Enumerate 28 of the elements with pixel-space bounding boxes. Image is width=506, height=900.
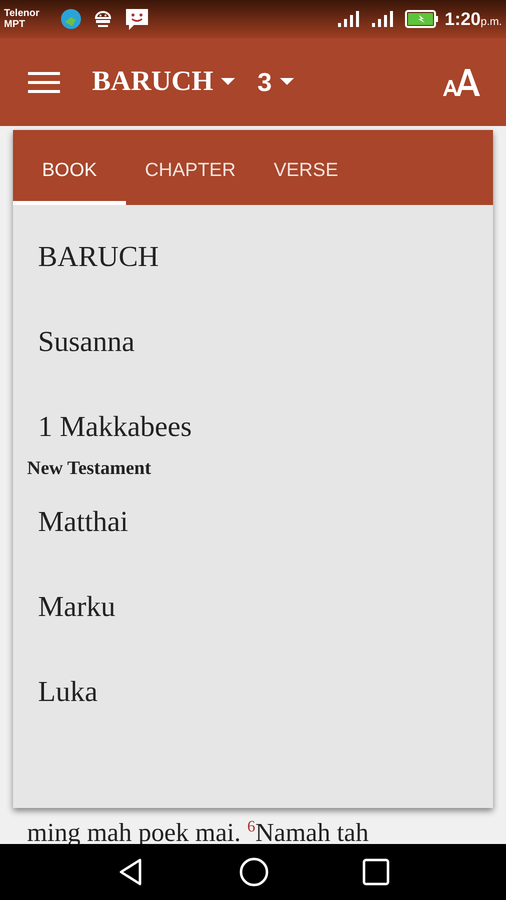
book-item[interactable]: Matthai: [13, 480, 493, 565]
book-item[interactable]: Luka: [13, 650, 493, 735]
carrier-name: MPT: [4, 19, 26, 30]
chapter-dropdown[interactable]: 3: [257, 66, 294, 98]
text-size-button[interactable]: [442, 66, 482, 98]
picker-tab[interactable]: CHAPTER: [126, 130, 255, 205]
carrier-name: Telenor: [4, 8, 40, 19]
signal-icon: [336, 10, 361, 28]
section-header: New Testament: [26, 458, 152, 481]
home-icon[interactable]: [238, 857, 269, 887]
globe-icon: [60, 8, 82, 30]
message-icon: [124, 7, 150, 31]
book-item[interactable]: Susanna: [13, 300, 493, 385]
clock-time: 1:20: [444, 8, 481, 30]
recents-icon[interactable]: [362, 858, 390, 886]
clock-period: p.m.: [480, 16, 502, 28]
signal-icon: [370, 10, 395, 28]
book-dropdown[interactable]: BARUCH: [92, 66, 236, 98]
menu-button[interactable]: [28, 70, 60, 94]
caret-icon: [280, 78, 294, 86]
verse-text: ming mah poek mai. $^{6}$Namah tah: [26, 817, 370, 848]
book-item[interactable]: Marku: [13, 565, 493, 650]
picker-tab[interactable]: VERSE: [254, 130, 358, 205]
battery-icon: [404, 10, 439, 28]
android-icon: [92, 8, 114, 30]
book-item[interactable]: BARUCH: [13, 215, 493, 300]
picker-tab[interactable]: BOOK: [13, 130, 126, 205]
caret-icon: [221, 78, 236, 86]
